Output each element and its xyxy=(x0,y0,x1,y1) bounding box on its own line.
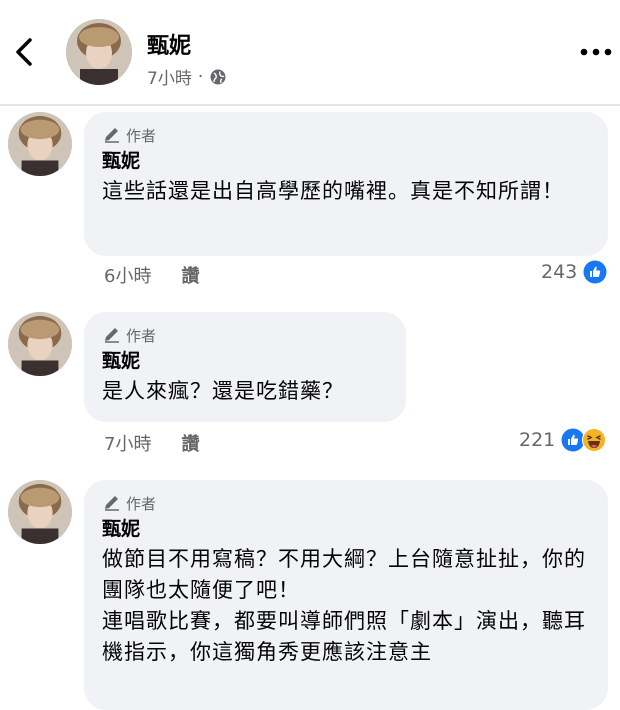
separator-dot: · xyxy=(197,66,204,87)
post-header: 甄妮 7小時 · xyxy=(0,0,620,104)
like-button[interactable]: 讚 xyxy=(181,430,199,456)
post-meta: 7小時 · xyxy=(147,64,227,89)
badge-label: 作者 xyxy=(126,326,157,345)
comment-text: 是人來瘋？還是吃錯藥？ xyxy=(102,379,344,403)
author-badge: 作者 xyxy=(102,124,590,146)
author-badge: 作者 xyxy=(102,324,388,346)
globe-icon xyxy=(210,69,226,84)
comment-author[interactable]: 甄妮 xyxy=(102,516,590,542)
reaction-summary[interactable]: 221 xyxy=(519,428,607,452)
avatar[interactable] xyxy=(8,312,72,376)
comment-author[interactable]: 甄妮 xyxy=(102,348,388,374)
more-dots-icon xyxy=(580,48,612,56)
more-options-button[interactable] xyxy=(578,42,614,62)
comment-text: 做節目不用寫稿？不用大綱？上台隨意扯扯，你的團隊也太隨便了吧！ 連唱歌比賽，都要… xyxy=(102,547,586,664)
pen-icon xyxy=(105,128,119,143)
badge-label: 作者 xyxy=(126,126,157,145)
comment: 作者 甄妮 是人來瘋？還是吃錯藥？ 7小時 讚 221 xyxy=(0,308,620,468)
haha-icon xyxy=(582,428,607,452)
avatar[interactable] xyxy=(66,19,132,85)
comment-time[interactable]: 7小時 xyxy=(104,430,151,456)
reaction-count: 243 xyxy=(541,261,578,283)
reaction-summary[interactable]: 243 xyxy=(541,260,607,284)
comment-actions: 6小時 讚 xyxy=(104,262,199,288)
comment: 作者 甄妮 這些話還是出自高學歷的嘴裡。真是不知所謂！ 6小時 讚 243 xyxy=(0,106,620,296)
comment-bubble: 作者 甄妮 這些話還是出自高學歷的嘴裡。真是不知所謂！ xyxy=(84,112,608,256)
comment-actions: 7小時 讚 xyxy=(104,430,199,456)
like-button[interactable]: 讚 xyxy=(181,262,199,288)
comment-time[interactable]: 6小時 xyxy=(104,262,151,288)
comment-bubble: 作者 甄妮 做節目不用寫稿？不用大綱？上台隨意扯扯，你的團隊也太隨便了吧！ 連唱… xyxy=(84,480,608,710)
post-time[interactable]: 7小時 xyxy=(147,64,192,89)
comment-text: 這些話還是出自高學歷的嘴裡。真是不知所謂！ xyxy=(102,179,564,203)
back-button[interactable] xyxy=(10,34,40,70)
chevron-left-icon xyxy=(16,38,32,66)
avatar[interactable] xyxy=(8,112,72,176)
avatar[interactable] xyxy=(8,480,72,544)
badge-label: 作者 xyxy=(126,494,157,513)
comment-bubble: 作者 甄妮 是人來瘋？還是吃錯藥？ xyxy=(84,312,406,422)
reaction-count: 221 xyxy=(519,429,556,451)
pen-icon xyxy=(105,496,119,511)
author-badge: 作者 xyxy=(102,492,590,514)
page-title[interactable]: 甄妮 xyxy=(147,28,191,60)
pen-icon xyxy=(105,328,119,343)
like-icon xyxy=(583,260,607,284)
comment-author[interactable]: 甄妮 xyxy=(102,148,590,174)
comment: 作者 甄妮 做節目不用寫稿？不用大綱？上台隨意扯扯，你的團隊也太隨便了吧！ 連唱… xyxy=(0,478,620,710)
